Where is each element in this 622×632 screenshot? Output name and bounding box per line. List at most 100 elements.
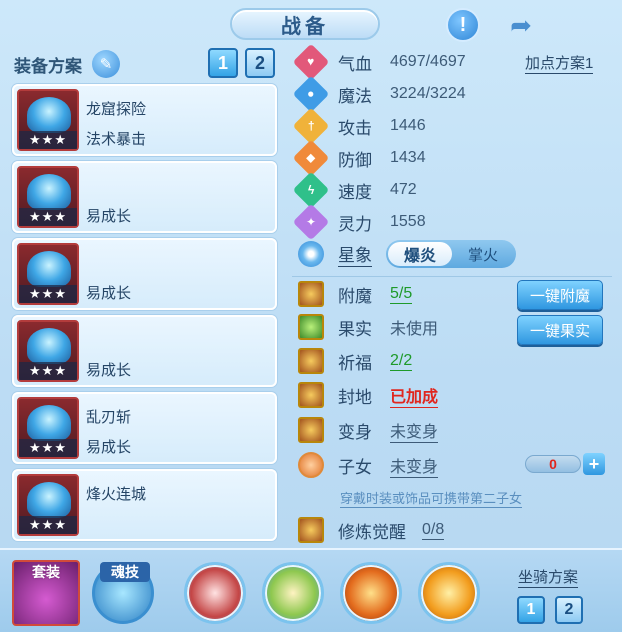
mount-plan-2-button[interactable]: 2 <box>555 596 583 624</box>
info-icon[interactable]: ! <box>446 8 480 42</box>
equipment-effect: 易成长 <box>86 285 132 302</box>
cultivation-icon <box>298 517 324 543</box>
stat-name: 魔法 <box>338 86 372 106</box>
star-rating: ★★★ <box>19 516 77 534</box>
equipment-icon: ★★★ <box>17 166 79 228</box>
equipment-effect: 易成长 <box>86 208 132 225</box>
mount-plan-1-button[interactable]: 1 <box>517 596 545 624</box>
equipment-card-4[interactable]: ★★★ 易成长 <box>12 315 277 387</box>
skill-orb-3[interactable] <box>340 562 402 624</box>
option-value[interactable]: 未变身 <box>390 453 439 478</box>
equipment-icon: ★★★ <box>17 397 79 459</box>
enchant-icon <box>298 281 324 307</box>
option-row-fief: 封地 已加成 <box>298 381 439 409</box>
equipment-card-6[interactable]: ★★★ 烽火连城 <box>12 469 277 541</box>
child-icon <box>298 452 324 478</box>
starsign-option-on[interactable]: 爆炎 <box>388 242 452 266</box>
option-value: 未使用 <box>390 321 439 338</box>
equipment-icon: ★★★ <box>17 89 79 151</box>
soul-skill-label: 魂技 <box>100 562 150 582</box>
option-name: 子女 <box>338 457 372 477</box>
stat-row-spirit: ✦ 灵力 1558 <box>292 203 426 241</box>
stat-value: 1558 <box>390 213 426 230</box>
child-count-bar: 0 <box>525 455 581 473</box>
starsign-label[interactable]: 星象 <box>338 241 372 267</box>
stat-row-defense: ◆ 防御 1434 <box>292 139 426 177</box>
option-name: 果实 <box>338 319 372 339</box>
skill-orb-1[interactable] <box>184 562 246 624</box>
share-icon[interactable]: ➦ <box>504 8 538 42</box>
equipment-effect: 易成长 <box>86 362 132 379</box>
equipment-effect: 法术暴击 <box>86 131 147 148</box>
stat-row-attack: † 攻击 1446 <box>292 107 426 145</box>
option-row-fruit: 果实 未使用 <box>298 313 438 341</box>
stat-name: 防御 <box>338 150 372 170</box>
page-title: 战备 <box>281 15 329 38</box>
stat-value: 3224/3224 <box>390 85 466 102</box>
equipment-card-2[interactable]: ★★★ 易成长 <box>12 161 277 233</box>
option-value[interactable]: 已加成 <box>390 383 439 408</box>
equipment-card-1[interactable]: ★★★ 龙窟探险 法术暴击 <box>12 84 277 156</box>
equipment-card-3[interactable]: ★★★ 易成长 <box>12 238 277 310</box>
equip-plan-1-button[interactable]: 1 <box>208 48 238 78</box>
shield-icon: ◆ <box>292 139 330 177</box>
set-label: 套装 <box>32 564 60 580</box>
star-rating: ★★★ <box>19 131 77 149</box>
mana-icon: ● <box>292 75 330 113</box>
skill-orb-4[interactable] <box>418 562 480 624</box>
stat-name: 灵力 <box>338 214 372 234</box>
option-name: 修炼觉醒 <box>338 522 406 542</box>
game-panel: 战备 ! ➦ 装备方案 ✎ 1 2 ★★★ 龙窟探险 法术暴击 ★★★ 易成长 … <box>0 0 622 632</box>
mount-plan-label: 坐骑方案 <box>518 566 579 588</box>
skill-orb-2[interactable] <box>262 562 324 624</box>
stat-value: 4697/4697 <box>390 53 466 70</box>
starsign-option-off[interactable]: 掌火 <box>452 244 514 265</box>
option-value[interactable]: 未变身 <box>390 418 439 443</box>
equip-plan-header: 装备方案 ✎ <box>14 50 120 78</box>
starsign-icon <box>298 241 324 267</box>
title-bar: 战备 <box>230 8 380 40</box>
add-child-button[interactable]: + <box>583 453 605 475</box>
equip-plan-2-button[interactable]: 2 <box>245 48 275 78</box>
option-name: 祈福 <box>338 353 372 373</box>
stat-value: 1434 <box>390 149 426 166</box>
equipment-card-5[interactable]: ★★★ 乱刃斩 易成长 <box>12 392 277 464</box>
child-hint-text[interactable]: 穿戴时装或饰品可携带第二子女 <box>340 488 523 508</box>
stat-row-hp: ♥ 气血 4697/4697 <box>292 43 466 81</box>
equipment-name: 龙窟探险 <box>86 101 147 118</box>
option-value[interactable]: 2/2 <box>390 352 413 371</box>
option-name: 附魔 <box>338 286 372 306</box>
stat-name: 气血 <box>338 54 372 74</box>
starsign-row: 星象 爆炎 掌火 <box>298 240 516 268</box>
star-rating: ★★★ <box>19 285 77 303</box>
stat-row-speed: ϟ 速度 472 <box>292 171 417 209</box>
stat-name: 攻击 <box>338 118 372 138</box>
star-rating: ★★★ <box>19 439 77 457</box>
equipment-name: 烽火连城 <box>86 486 147 503</box>
starsign-toggle[interactable]: 爆炎 掌火 <box>386 240 516 268</box>
one-key-fruit-button[interactable]: 一键果实 <box>517 315 603 345</box>
option-row-cultivation: 修炼觉醒 0/8 <box>298 516 445 544</box>
add-point-plan-link[interactable]: 加点方案1 <box>525 52 594 74</box>
equipment-name: 乱刃斩 <box>86 409 132 426</box>
transform-icon <box>298 417 324 443</box>
one-key-enchant-button[interactable]: 一键附魔 <box>517 280 603 310</box>
stat-value: 1446 <box>390 117 426 134</box>
option-row-blessing: 祈福 2/2 <box>298 347 413 375</box>
equipment-icon: ★★★ <box>17 320 79 382</box>
fruit-icon <box>298 314 324 340</box>
equip-plan-label: 装备方案 <box>14 56 82 76</box>
option-name: 封地 <box>338 387 372 407</box>
divider <box>292 276 612 277</box>
equipment-icon: ★★★ <box>17 243 79 305</box>
heart-icon: ♥ <box>292 43 330 81</box>
option-row-enchant: 附魔 5/5 <box>298 280 413 308</box>
sword-icon: † <box>292 107 330 145</box>
spirit-icon: ✦ <box>292 203 330 241</box>
blessing-icon <box>298 348 324 374</box>
option-name: 变身 <box>338 422 372 442</box>
edit-pen-icon[interactable]: ✎ <box>92 50 120 78</box>
equipment-effect: 易成长 <box>86 439 132 456</box>
option-value[interactable]: 5/5 <box>390 285 413 304</box>
option-value[interactable]: 0/8 <box>422 521 445 540</box>
